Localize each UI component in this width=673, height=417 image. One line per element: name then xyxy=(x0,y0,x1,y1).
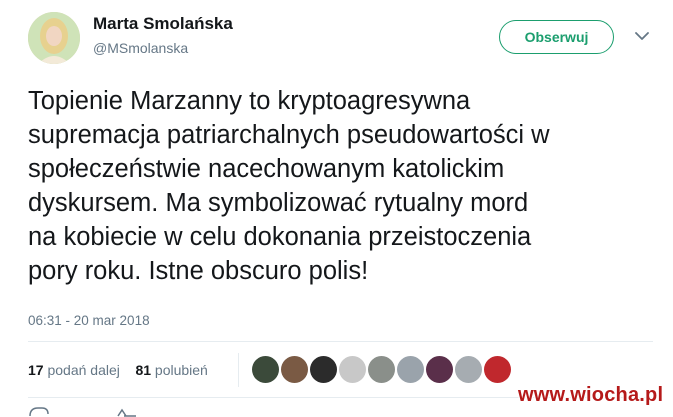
likes-label: polubień xyxy=(154,362,208,378)
follow-button-label: Obserwuj xyxy=(524,29,589,45)
display-name[interactable]: Marta Smolańska xyxy=(93,14,233,34)
likes-count: 81 xyxy=(135,362,152,378)
liker-avatar-7[interactable] xyxy=(426,356,453,383)
tweet-line: społeczeństwie nacechowanym katolickim xyxy=(28,155,505,183)
chevron-down-icon[interactable] xyxy=(632,26,652,46)
watermark: www.wiocha.pl xyxy=(518,384,664,406)
liker-avatar-8[interactable] xyxy=(455,356,482,383)
liker-avatar-4[interactable] xyxy=(339,356,366,383)
tweet-timestamp[interactable]: 06:31 - 20 mar 2018 xyxy=(28,313,150,328)
tweet-line: dyskursem. Ma symbolizować rytualny mord xyxy=(28,189,529,217)
profile-photo xyxy=(28,12,80,64)
action-icons-row xyxy=(29,407,136,417)
tweet-text: Topienie Marzanny to kryptoagresywna sup… xyxy=(28,84,668,288)
tweet-stats: 17 podań dalej 81 polubień xyxy=(28,362,208,378)
retweets-count: 17 xyxy=(28,362,44,378)
liker-avatar-6[interactable] xyxy=(397,356,424,383)
retweets-stat[interactable]: 17 podań dalej xyxy=(28,362,120,378)
tweet-line: pory roku. Istne obscuro polis! xyxy=(28,257,369,285)
retweets-label: podań dalej xyxy=(47,362,120,378)
liker-avatar-2[interactable] xyxy=(281,356,308,383)
stats-separator xyxy=(238,353,239,387)
retweet-icon xyxy=(117,408,136,417)
tweet-line: supremacja patriarchalnych pseudowartośc… xyxy=(28,121,550,149)
liker-avatar-1[interactable] xyxy=(252,356,279,383)
user-handle[interactable]: @MSmolanska xyxy=(93,40,188,56)
tweet-line: na kobiecie w celu dokonania przeistocze… xyxy=(28,223,532,251)
likes-stat[interactable]: 81 polubień xyxy=(135,362,207,378)
liker-avatar-9[interactable] xyxy=(484,356,511,383)
tweet-line: Topienie Marzanny to kryptoagresywna xyxy=(28,87,471,115)
follow-button[interactable]: Obserwuj xyxy=(499,20,614,54)
liker-avatar-3[interactable] xyxy=(310,356,337,383)
divider xyxy=(28,341,653,342)
reply-icon xyxy=(29,407,49,417)
liker-avatar-5[interactable] xyxy=(368,356,395,383)
avatar[interactable] xyxy=(28,12,80,64)
